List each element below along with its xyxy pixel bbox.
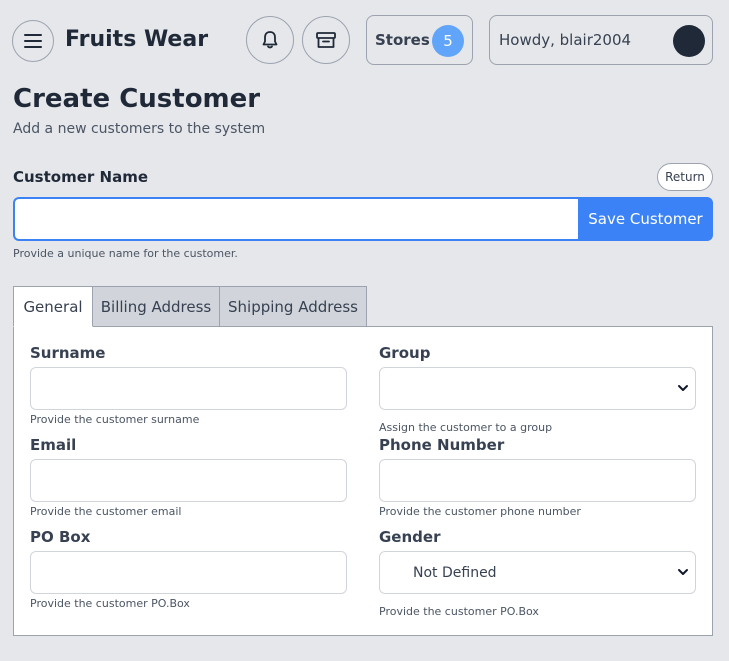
stores-label: Stores (375, 31, 430, 49)
gender-select-value: Not Defined (413, 564, 497, 581)
page-title: Create Customer (13, 84, 261, 114)
phone-number-help: Provide the customer phone number (379, 505, 581, 518)
surname-input[interactable] (30, 367, 347, 410)
po-box-help: Provide the customer PO.Box (30, 597, 190, 610)
email-input[interactable] (30, 459, 347, 502)
gender-help: Provide the customer PO.Box (379, 605, 539, 618)
phone-number-input[interactable] (379, 459, 696, 502)
surname-help: Provide the customer surname (30, 413, 200, 426)
save-customer-button[interactable]: Save Customer (578, 197, 713, 241)
po-box-label: PO Box (30, 528, 91, 546)
surname-label: Surname (30, 344, 106, 362)
tab-shipping-address[interactable]: Shipping Address (219, 286, 367, 327)
customer-name-input[interactable] (13, 197, 579, 241)
user-greeting: Howdy, blair2004 (499, 31, 632, 49)
user-menu[interactable]: Howdy, blair2004 (489, 15, 713, 65)
tab-general[interactable]: General (13, 286, 93, 327)
store-button[interactable] (302, 16, 350, 64)
stores-button[interactable]: Stores 5 (366, 15, 473, 65)
customer-name-help: Provide a unique name for the customer. (13, 247, 238, 260)
customer-name-label: Customer Name (13, 168, 148, 186)
notifications-button[interactable] (246, 16, 294, 64)
po-box-input[interactable] (30, 551, 347, 594)
avatar (673, 25, 705, 57)
phone-number-label: Phone Number (379, 436, 505, 454)
email-label: Email (30, 436, 77, 454)
group-help: Assign the customer to a group (379, 421, 553, 434)
hamburger-menu-icon (24, 34, 42, 48)
chevron-down-icon (678, 569, 688, 575)
chevron-down-icon (678, 385, 688, 391)
group-select[interactable] (379, 367, 696, 410)
page-subtitle: Add a new customers to the system (13, 121, 266, 137)
menu-button[interactable] (12, 20, 54, 62)
bell-icon (262, 31, 278, 49)
group-label: Group (379, 344, 431, 362)
gender-select[interactable]: Not Defined (379, 551, 696, 594)
brand-name: Fruits Wear (65, 27, 209, 52)
general-tab-panel: Surname Provide the customer surname Gro… (13, 326, 713, 636)
gender-label: Gender (379, 528, 441, 546)
tab-billing-address[interactable]: Billing Address (92, 286, 220, 327)
return-button[interactable]: Return (657, 163, 713, 191)
email-help: Provide the customer email (30, 505, 182, 518)
store-icon (316, 32, 336, 48)
stores-count-badge: 5 (432, 25, 464, 57)
